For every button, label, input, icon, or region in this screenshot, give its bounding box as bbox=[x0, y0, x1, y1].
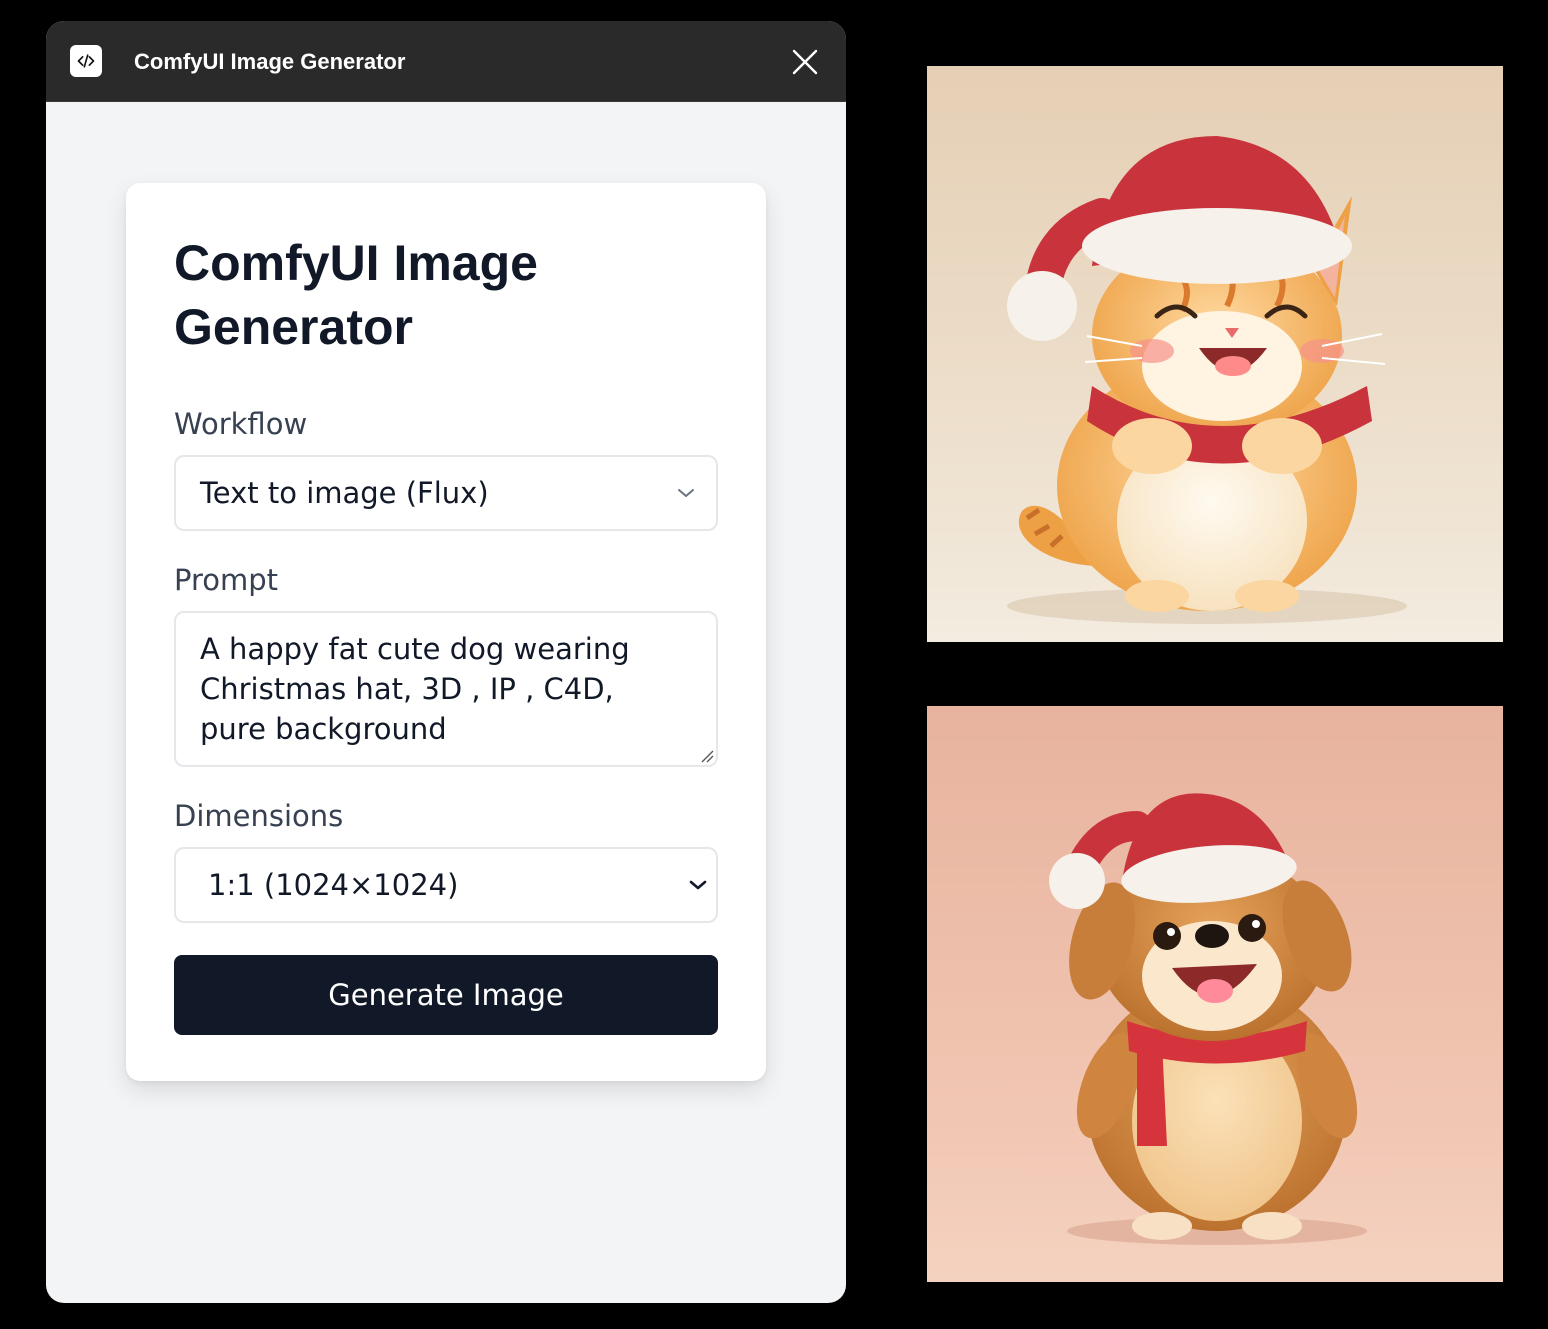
title-bar: ComfyUI Image Generator bbox=[46, 21, 846, 102]
chevron-down-icon bbox=[678, 489, 694, 497]
prompt-textarea[interactable]: A happy fat cute dog wearing Christmas h… bbox=[174, 611, 718, 767]
resize-handle-icon[interactable] bbox=[698, 747, 714, 763]
code-brackets-icon bbox=[70, 45, 102, 77]
window-title: ComfyUI Image Generator bbox=[134, 49, 406, 74]
dimensions-select[interactable]: 1:1 (1024×1024) bbox=[174, 847, 718, 923]
generate-image-button[interactable]: Generate Image bbox=[174, 955, 718, 1035]
close-button[interactable] bbox=[786, 43, 824, 81]
dimensions-label: Dimensions bbox=[174, 799, 344, 833]
prompt-label: Prompt bbox=[174, 563, 279, 597]
app-window: ComfyUI Image Generator ComfyUI Image Ge… bbox=[46, 21, 846, 1303]
generator-card: ComfyUI Image Generator Workflow Text to… bbox=[126, 183, 766, 1081]
workflow-label: Workflow bbox=[174, 407, 308, 441]
generated-image-dog bbox=[927, 706, 1503, 1282]
close-icon bbox=[792, 49, 818, 75]
page-title: ComfyUI Image Generator bbox=[174, 235, 538, 355]
chevron-down-icon bbox=[689, 880, 707, 890]
workflow-select[interactable]: Text to image (Flux) bbox=[174, 455, 718, 531]
stage: ComfyUI Image Generator ComfyUI Image Ge… bbox=[0, 0, 1548, 1329]
workflow-selected-value: Text to image (Flux) bbox=[200, 476, 489, 510]
prompt-text: A happy fat cute dog wearing Christmas h… bbox=[200, 632, 630, 746]
generated-image-cat bbox=[927, 66, 1503, 642]
dimensions-selected-value: 1:1 (1024×1024) bbox=[208, 868, 459, 902]
